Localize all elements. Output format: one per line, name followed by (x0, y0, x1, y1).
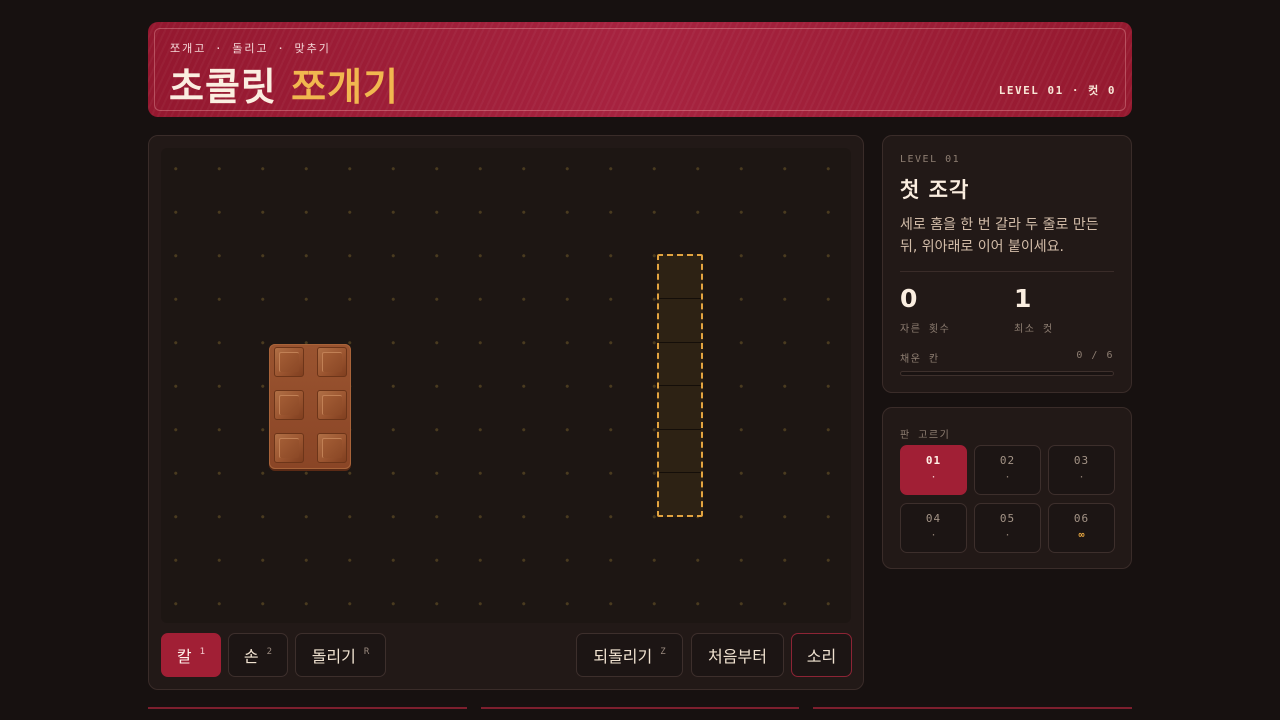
level-title: 첫 조각 (900, 178, 970, 202)
filled-cells-label: 채운 칸 (900, 354, 940, 365)
target-cell-divider (659, 342, 701, 343)
knife-tool-label: 칼 (176, 647, 192, 666)
sound-label: 소리 (806, 647, 837, 666)
banner-subtitle: 쪼개고 · 돌리고 · 맞추기 (170, 42, 331, 55)
rotate-shortcut-key: R (363, 647, 370, 657)
min-cuts-label: 최소 컷 (1014, 324, 1054, 335)
footer-divider (148, 707, 467, 709)
level-info-panel: LEVEL 01 첫 조각 세로 홈을 한 번 갈라 두 줄로 만든 뒤, 위아… (882, 135, 1132, 393)
info-divider (900, 271, 1114, 272)
rotate-button[interactable]: 돌리기 R (295, 633, 386, 677)
footer-divider (481, 707, 799, 709)
footer-divider (813, 707, 1132, 709)
level-button-03[interactable]: 03 · (1048, 445, 1115, 495)
board-panel: 칼 1 손 2 돌리기 R 되돌리기 Z 처음부터 소리 (148, 135, 864, 690)
level-number: 01 (925, 454, 942, 467)
sound-toggle-button[interactable]: 소리 (791, 633, 852, 677)
target-outline (657, 254, 703, 517)
level-picker-title: 판 고르기 (900, 430, 951, 441)
level-number: 06 (1073, 512, 1090, 525)
level-button-02[interactable]: 02 · (974, 445, 1041, 495)
level-button-06[interactable]: 06 ∞ (1048, 503, 1115, 553)
hand-tool-button[interactable]: 손 2 (228, 633, 288, 677)
level-status-mark: · (1004, 530, 1011, 541)
cuts-label: 자른 횟수 (900, 324, 951, 335)
reset-button[interactable]: 처음부터 (691, 633, 784, 677)
rotate-label: 돌리기 (311, 647, 356, 666)
level-number: 05 (999, 512, 1016, 525)
hand-tool-label: 손 (243, 647, 259, 666)
chocolate-bar[interactable] (269, 344, 351, 469)
filled-cells-value: 0 / 6 (1076, 350, 1114, 361)
level-status: LEVEL 01 · 컷 0 (998, 84, 1116, 97)
cuts-count: 0 (900, 284, 918, 313)
target-cell-divider (659, 429, 701, 430)
min-cuts-count: 1 (1014, 284, 1032, 313)
target-cell-divider (659, 472, 701, 473)
level-button-01[interactable]: 01 · (900, 445, 967, 495)
game-board[interactable] (161, 148, 851, 623)
level-button-04[interactable]: 04 · (900, 503, 967, 553)
header-banner: 쪼개고 · 돌리고 · 맞추기 초콜릿 쪼개기 LEVEL 01 · 컷 0 (148, 22, 1132, 117)
level-number: 02 (999, 454, 1016, 467)
undo-shortcut-key: Z (660, 647, 666, 657)
chocolate-piece[interactable] (317, 433, 347, 463)
chocolate-piece[interactable] (317, 347, 347, 377)
hand-shortcut-key: 2 (266, 647, 273, 657)
game-title-part2: 쪼개기 (291, 65, 400, 109)
target-cell-divider (659, 385, 701, 386)
chocolate-piece[interactable] (274, 433, 304, 463)
level-button-05[interactable]: 05 · (974, 503, 1041, 553)
level-status-mark: ∞ (1078, 530, 1085, 541)
undo-label: 되돌리기 (593, 647, 653, 666)
level-number: 04 (925, 512, 942, 525)
undo-button[interactable]: 되돌리기 Z (576, 633, 683, 677)
level-status-mark: · (1078, 472, 1085, 483)
target-cell-divider (659, 298, 701, 299)
knife-shortcut-key: 1 (199, 647, 206, 657)
level-number: 03 (1073, 454, 1090, 467)
fill-progress-bar (900, 371, 1114, 376)
level-status-mark: · (930, 530, 937, 541)
chocolate-piece[interactable] (274, 347, 304, 377)
reset-label: 처음부터 (708, 647, 767, 666)
info-level-label: LEVEL 01 (900, 154, 961, 165)
level-status-mark: · (930, 472, 937, 483)
level-picker-panel: 판 고르기 01 · 02 · 03 · 04 · 05 · 06 ∞ (882, 407, 1132, 569)
game-title-part1: 초콜릿 (169, 65, 277, 109)
game-title: 초콜릿 쪼개기 (169, 56, 399, 111)
level-description: 세로 홈을 한 번 갈라 두 줄로 만든 뒤, 위아래로 이어 붙이세요. (900, 217, 1099, 255)
level-status-mark: · (1004, 472, 1011, 483)
chocolate-piece[interactable] (274, 390, 304, 420)
chocolate-piece[interactable] (317, 390, 347, 420)
knife-tool-button[interactable]: 칼 1 (161, 633, 221, 677)
